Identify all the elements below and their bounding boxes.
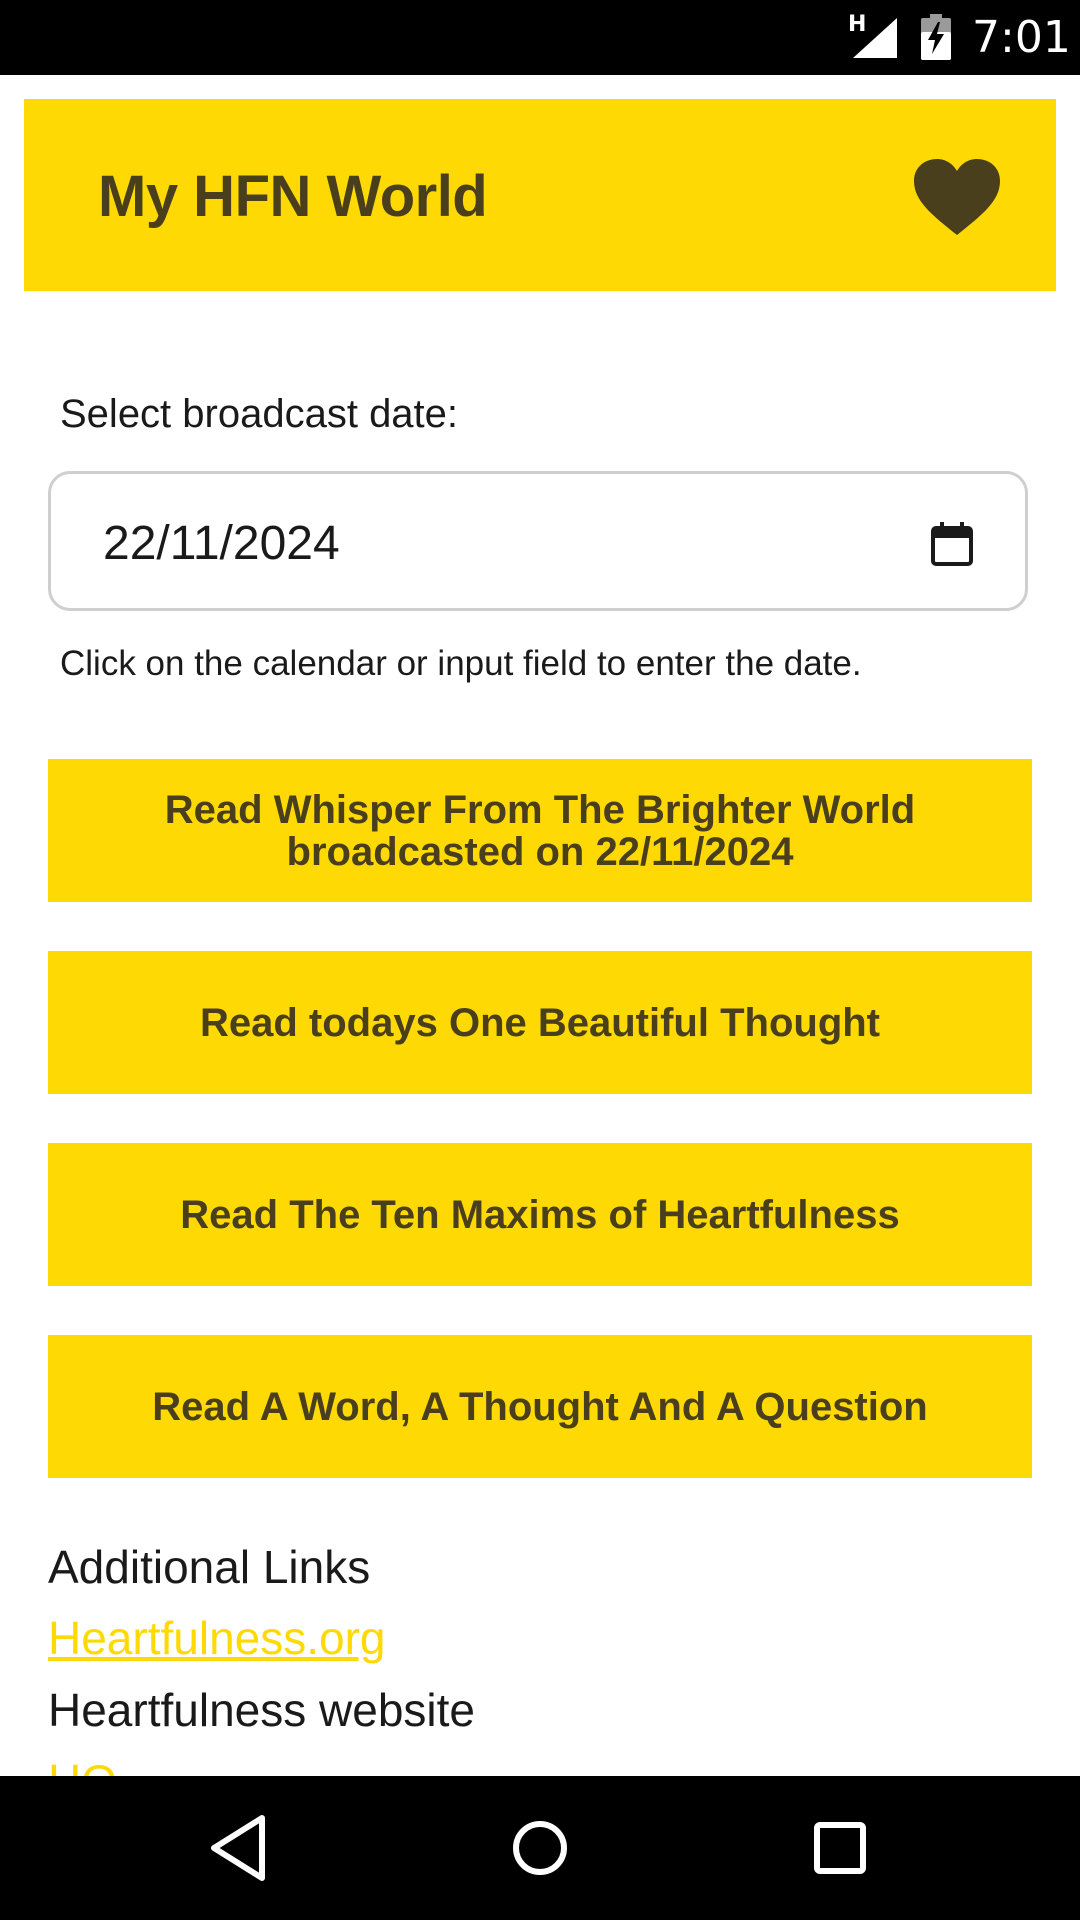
app-header: My HFN World (24, 99, 1056, 291)
heartfulness-org-link[interactable]: Heartfulness.org (48, 1611, 386, 1665)
read-word-thought-question-button[interactable]: Read A Word, A Thought And A Question (48, 1335, 1032, 1478)
date-help-text: Click on the calendar or input field to … (60, 644, 862, 683)
status-clock: 7:01 (972, 12, 1071, 63)
calendar-icon[interactable] (931, 522, 973, 566)
recents-icon[interactable] (802, 1810, 878, 1886)
read-ten-maxims-button[interactable]: Read The Ten Maxims of Heartfulness (48, 1143, 1032, 1286)
date-label: Select broadcast date: (60, 392, 459, 436)
date-input[interactable]: 22/11/2024 (48, 471, 1028, 611)
read-whisper-button[interactable]: Read Whisper From The Brighter World bro… (48, 759, 1032, 902)
read-one-beautiful-thought-button[interactable]: Read todays One Beautiful Thought (48, 951, 1032, 1094)
heart-icon[interactable] (912, 157, 1002, 237)
back-icon[interactable] (202, 1810, 278, 1886)
heartfulness-website-description: Heartfulness website (48, 1684, 475, 1736)
additional-links-heading: Additional Links (48, 1541, 371, 1593)
date-input-value[interactable]: 22/11/2024 (103, 516, 340, 571)
battery-charging-icon (921, 14, 951, 60)
signal-icon (853, 18, 897, 58)
navigation-bar (0, 1776, 1080, 1920)
home-icon[interactable] (502, 1810, 578, 1886)
status-bar: H 7:01 (0, 0, 1080, 75)
app-title: My HFN World (98, 164, 488, 229)
